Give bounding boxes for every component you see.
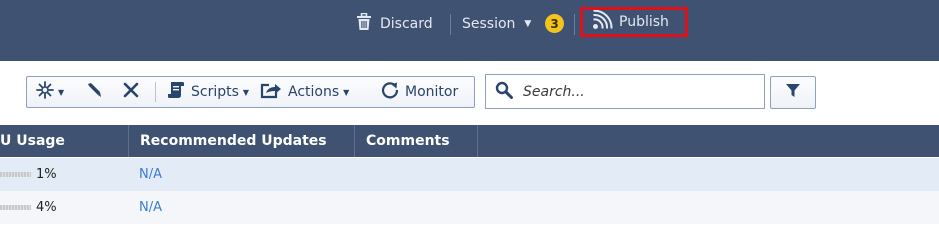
session-dropdown[interactable]: Session ▼ (462, 0, 531, 47)
actions-label: Actions (288, 84, 340, 100)
search-field[interactable] (485, 74, 765, 109)
usage-value: 1% (36, 167, 57, 182)
table-header: U Usage Recommended Updates Comments (0, 125, 939, 157)
publish-label: Publish (619, 14, 669, 30)
column-header-comments[interactable]: Comments (354, 125, 477, 157)
monitor-button[interactable]: Monitor (381, 77, 458, 107)
rss-feed-icon (592, 9, 614, 34)
scripts-label: Scripts (191, 84, 239, 100)
search-icon (495, 81, 513, 103)
column-header-recommended-updates[interactable]: Recommended Updates (128, 125, 354, 157)
close-icon (123, 82, 139, 102)
recommended-updates-link[interactable]: N/A (139, 191, 162, 224)
session-label: Session (462, 15, 516, 32)
divider (155, 82, 156, 102)
column-header-usage[interactable]: U Usage (0, 125, 128, 157)
export-icon (260, 81, 282, 103)
filter-icon (786, 83, 800, 102)
chevron-down-icon: ▼ (242, 87, 250, 97)
search-input[interactable] (521, 82, 745, 101)
new-sparkle-icon (36, 81, 54, 103)
monitor-label: Monitor (405, 84, 459, 100)
delete-button[interactable] (123, 77, 139, 107)
refresh-icon (381, 81, 399, 103)
discard-label: Discard (380, 15, 433, 32)
filter-button[interactable] (770, 76, 816, 109)
pencil-icon (85, 81, 103, 103)
chevron-down-icon: ▼ (343, 87, 350, 97)
edit-button[interactable] (85, 77, 103, 107)
new-object-button[interactable]: ▼ (36, 77, 64, 107)
recommended-updates-link[interactable]: N/A (139, 158, 162, 191)
usage-progress-bar (0, 205, 31, 210)
top-header-bar: Discard Session ▼ 3 Publish (0, 0, 939, 61)
session-count-badge: 3 (545, 14, 564, 33)
scripts-dropdown[interactable]: Scripts ▼ (167, 77, 249, 107)
trash-icon (356, 12, 372, 35)
usage-value: 4% (36, 200, 57, 215)
publish-button[interactable]: Publish (580, 7, 688, 37)
chevron-down-icon: ▼ (524, 18, 532, 29)
discard-button[interactable]: Discard (356, 0, 433, 47)
object-toolbar: ▼ Scripts ▼ Actions ▼ Monitor (26, 76, 475, 108)
table-row[interactable]: 1% N/A (0, 158, 939, 191)
script-icon (167, 81, 185, 103)
actions-dropdown[interactable]: Actions ▼ (260, 77, 349, 107)
divider (450, 14, 451, 35)
usage-progress-bar (0, 172, 31, 177)
divider (574, 14, 575, 35)
table-row[interactable]: 4% N/A (0, 191, 939, 224)
chevron-down-icon: ▼ (58, 87, 65, 97)
column-header-empty (477, 125, 939, 157)
